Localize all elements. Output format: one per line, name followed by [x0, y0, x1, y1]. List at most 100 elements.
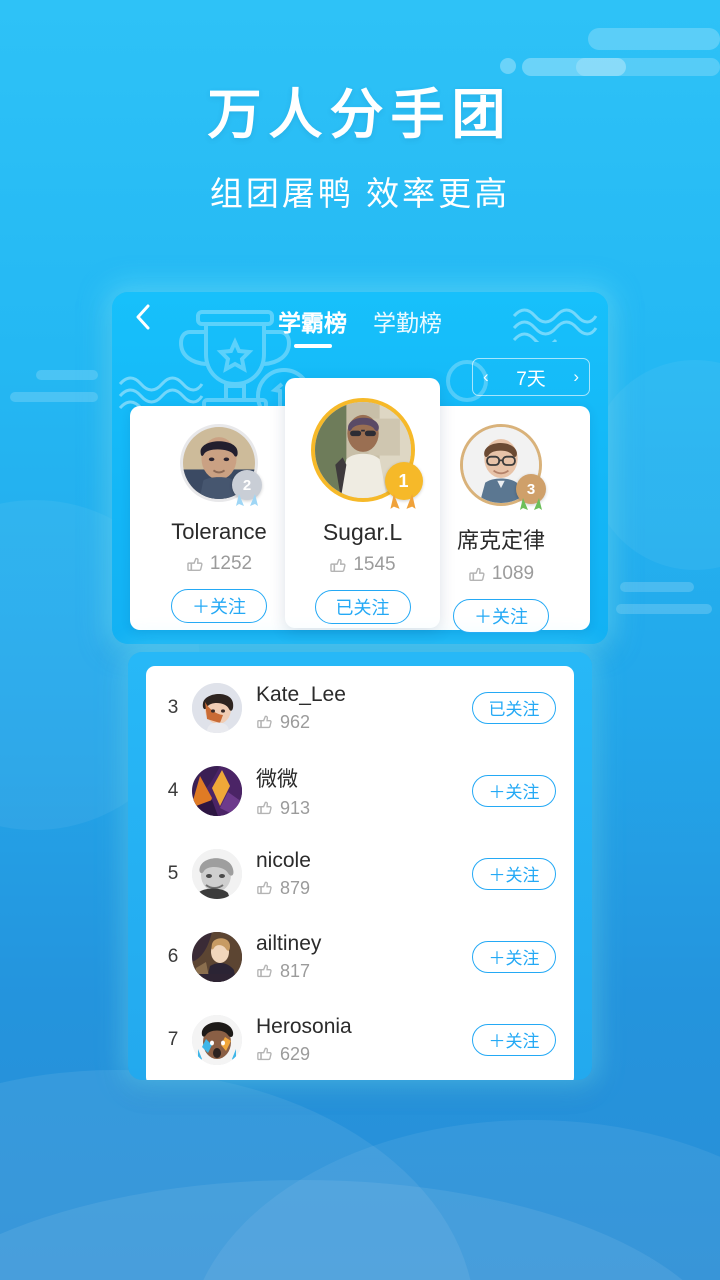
thumbs-up-icon	[468, 565, 486, 583]
row-likes: 913	[256, 798, 472, 819]
avatar-container[interactable]: 1	[310, 398, 423, 509]
podium-name: Sugar.L	[322, 519, 403, 545]
tab-xueba[interactable]: 学霸榜	[278, 304, 347, 348]
row-info: nicole 879	[256, 849, 472, 899]
follow-button[interactable]: ＋关注	[171, 589, 267, 623]
ribbon-icon	[236, 494, 258, 506]
wave-shape	[187, 1120, 720, 1280]
ribbon-icon	[520, 498, 542, 510]
row-rank: 5	[167, 862, 179, 884]
cloud-dot-icon	[500, 58, 516, 74]
decorative-circle	[590, 360, 720, 570]
ribbon-icon	[389, 494, 416, 509]
thumbs-up-icon	[256, 962, 274, 980]
podium-entry-rank1: 1 Sugar.L 1545 已关注	[285, 378, 440, 628]
page-title: 万人分手团	[207, 85, 513, 145]
row-rank: 3	[167, 696, 179, 718]
cloud-stripe-icon	[576, 58, 720, 76]
wave-shape	[0, 1070, 476, 1280]
row-info: Kate_Lee 962	[256, 683, 472, 733]
avatar-image	[192, 848, 242, 899]
avatar-container[interactable]: 2	[180, 424, 262, 506]
row-likes: 629	[256, 1044, 472, 1065]
row-rank: 6	[167, 945, 179, 967]
row-info: Herosonia 629	[256, 1015, 472, 1065]
row-likes: 879	[256, 878, 472, 899]
app-header: 学霸榜 学勤榜	[112, 292, 608, 350]
follow-button[interactable]: ＋关注	[472, 1023, 556, 1056]
likes-count: 1089	[491, 563, 535, 584]
period-value: 7天	[516, 368, 546, 390]
wave-lines-icon	[118, 376, 204, 410]
podium-card: 2 Tolerance 1252 ＋关注 1 Sugar.L 1545 已关注 …	[130, 378, 590, 633]
app-screen-panel: 学霸榜 学勤榜 ‹ 7天 › 2 Tolerance 1252 ＋关注 1 Su…	[112, 292, 608, 644]
avatar	[192, 765, 242, 816]
decorative-line	[36, 370, 98, 380]
podium-likes: 1252	[144, 553, 294, 575]
row-name: nicole	[256, 848, 311, 872]
row-name: Kate_Lee	[256, 682, 346, 706]
likes-count: 962	[280, 711, 311, 732]
podium-likes: 1545	[285, 554, 440, 576]
tab-bar: 学霸榜 学勤榜	[112, 304, 608, 348]
likes-count: 629	[280, 1043, 311, 1064]
cloud-stripe-icon	[588, 28, 720, 50]
avatar-image	[192, 765, 242, 816]
follow-button[interactable]: ＋关注	[472, 940, 556, 973]
podium-name: Tolerance	[171, 519, 267, 544]
decorative-line	[10, 392, 98, 402]
avatar-image	[192, 1014, 242, 1065]
follow-button[interactable]: 已关注	[314, 590, 411, 624]
thumbs-up-icon	[186, 555, 204, 573]
avatar	[192, 1014, 242, 1065]
avatar-image	[192, 931, 242, 982]
row-rank: 4	[167, 779, 179, 801]
avatar-container[interactable]: 3	[460, 424, 546, 510]
page-subtitle: 组团屠鸭 效率更高	[209, 175, 511, 213]
follow-button[interactable]: 已关注	[472, 691, 556, 724]
row-name: ailtiney	[256, 931, 322, 955]
table-row[interactable]: 3 Kate_Lee 962 已关注	[146, 666, 574, 749]
period-selector[interactable]: ‹ 7天 ›	[472, 358, 590, 396]
thumbs-up-icon	[256, 799, 274, 817]
row-info: ailtiney 817	[256, 932, 472, 982]
decorative-line	[620, 582, 694, 592]
thumbs-up-icon	[329, 556, 347, 574]
thumbs-up-icon	[256, 713, 274, 731]
decorative-line	[616, 604, 712, 614]
podium-likes: 1089	[426, 563, 576, 585]
table-row[interactable]: 4 微微 913 ＋关注	[146, 749, 574, 832]
avatar	[192, 682, 242, 733]
avatar	[192, 848, 242, 899]
tab-xueqin[interactable]: 学勤榜	[373, 304, 442, 348]
row-name: Herosonia	[256, 1014, 352, 1038]
period-next-button[interactable]: ›	[573, 367, 579, 387]
row-likes: 817	[256, 961, 472, 982]
likes-count: 1545	[353, 554, 396, 575]
podium-entry-rank2: 2 Tolerance 1252 ＋关注	[144, 424, 294, 623]
follow-button[interactable]: ＋关注	[472, 774, 556, 807]
likes-count: 913	[280, 797, 311, 818]
wave-shape	[0, 1180, 720, 1280]
follow-button[interactable]: ＋关注	[472, 857, 556, 890]
likes-count: 1252	[209, 553, 253, 574]
podium-name: 席克定律	[456, 528, 545, 553]
ranking-list-card[interactable]: 3 Kate_Lee 962 已关注 4 微微 913 ＋关注 5 nicole…	[146, 666, 574, 1080]
likes-count: 879	[280, 877, 311, 898]
row-likes: 962	[256, 712, 472, 733]
table-row[interactable]: 5 nicole 879 ＋关注	[146, 832, 574, 915]
follow-button[interactable]: ＋关注	[453, 599, 549, 633]
row-rank: 7	[167, 1028, 179, 1050]
table-row[interactable]: 6 ailtiney 817 ＋关注	[146, 915, 574, 998]
table-row[interactable]: 7 Herosonia 629 ＋关注	[146, 998, 574, 1080]
avatar-image	[192, 682, 242, 733]
thumbs-up-icon	[256, 879, 274, 897]
row-name: 微微	[256, 767, 298, 791]
likes-count: 817	[280, 960, 311, 981]
thumbs-up-icon	[256, 1045, 274, 1063]
cloud-stripe-icon	[522, 58, 626, 76]
hero-section: 万人分手团 组团屠鸭 效率更高	[0, 85, 720, 215]
period-prev-button[interactable]: ‹	[483, 367, 489, 387]
podium-entry-rank3: 3 席克定律 1089 ＋关注	[426, 424, 576, 633]
row-info: 微微 913	[256, 763, 472, 819]
